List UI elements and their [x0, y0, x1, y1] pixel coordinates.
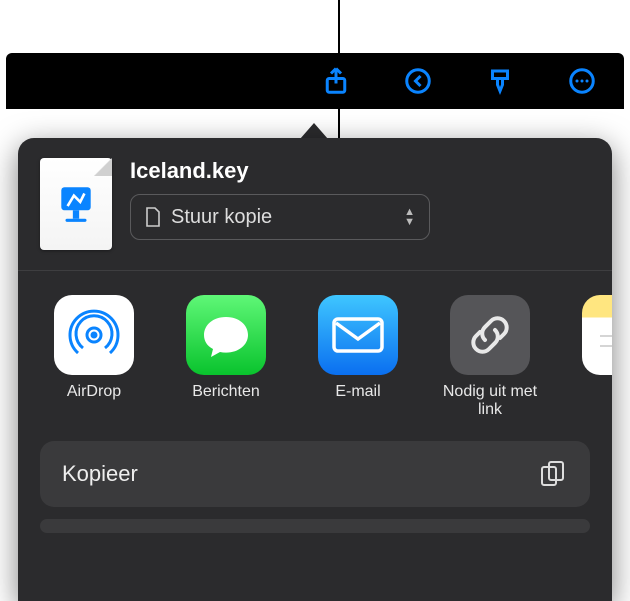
- share-target-notes[interactable]: N: [574, 295, 612, 421]
- share-button[interactable]: [316, 61, 356, 101]
- toolbar: [6, 53, 624, 109]
- share-target-messages[interactable]: Berichten: [178, 295, 274, 421]
- file-thumbnail: [40, 158, 112, 250]
- chevron-updown-icon: ▲▼: [404, 208, 415, 227]
- undo-icon: [403, 66, 433, 96]
- share-mode-label: Stuur kopie: [171, 206, 394, 229]
- share-sheet: Iceland.key Stuur kopie ▲▼: [18, 138, 612, 601]
- callout-line-top: [338, 0, 340, 55]
- file-name: Iceland.key: [130, 158, 590, 184]
- messages-icon: [186, 295, 266, 375]
- share-mode-select[interactable]: Stuur kopie ▲▼: [130, 194, 430, 240]
- share-target-airdrop[interactable]: AirDrop: [46, 295, 142, 421]
- share-app-row[interactable]: AirDrop Berichten E-mail: [18, 271, 612, 429]
- share-target-mail[interactable]: E-mail: [310, 295, 406, 421]
- copy-action[interactable]: Kopieer: [40, 441, 590, 507]
- document-icon: [145, 207, 161, 227]
- share-target-invite-link[interactable]: Nodig uit met link: [442, 295, 538, 421]
- share-sheet-header: Iceland.key Stuur kopie ▲▼: [18, 138, 612, 270]
- format-button[interactable]: [480, 61, 520, 101]
- keynote-file-icon: [55, 183, 97, 225]
- share-actions: Kopieer: [18, 429, 612, 533]
- app-label: Nodig uit met link: [442, 383, 538, 421]
- link-icon: [450, 295, 530, 375]
- format-brush-icon: [485, 66, 515, 96]
- mail-icon: [318, 295, 398, 375]
- undo-button[interactable]: [398, 61, 438, 101]
- app-label: E-mail: [335, 383, 380, 421]
- notes-icon: [582, 295, 612, 375]
- airdrop-icon: [54, 295, 134, 375]
- more-icon: [567, 66, 597, 96]
- copy-icon: [538, 459, 568, 489]
- app-label: AirDrop: [67, 383, 121, 421]
- app-label: Berichten: [192, 383, 260, 421]
- more-button[interactable]: [562, 61, 602, 101]
- next-action-peek[interactable]: [40, 519, 590, 533]
- share-icon: [321, 66, 351, 96]
- share-sheet-pointer: [300, 123, 328, 139]
- copy-label: Kopieer: [62, 461, 138, 487]
